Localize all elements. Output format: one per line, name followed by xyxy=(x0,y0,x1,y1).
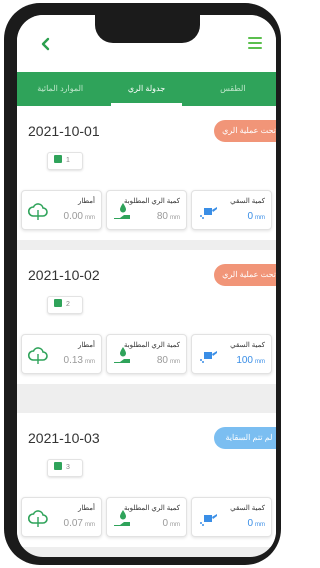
stat-value: 0 mm xyxy=(247,211,265,222)
stat-label: كمية السقي xyxy=(230,505,265,512)
cloud-icon xyxy=(27,510,48,527)
stat-value: 0 mm xyxy=(162,518,180,529)
stat-label: كمية السقي xyxy=(230,342,265,349)
tab-bar: الموارد المائية جدولة الري الطقس xyxy=(17,72,276,106)
cloud-icon xyxy=(27,347,48,364)
status-badge: تحت عملية الري xyxy=(214,264,276,286)
status-badge: لم تتم السقاية xyxy=(214,427,276,449)
back-button[interactable] xyxy=(35,33,57,55)
stat-label: كمية الري المطلوبة xyxy=(123,505,180,512)
irrigation-amount-stat: كمية السقي 0 mm xyxy=(191,190,272,230)
stat-value: 100 mm xyxy=(236,355,265,366)
irrigation-amount-stat: كمية السقي 100 mm xyxy=(191,334,272,374)
schedule-card[interactable]: 2021-10-02 تحت عملية الري 2 أمطار 0.13 mm xyxy=(17,250,276,384)
tab-water-resources[interactable]: الموارد المائية xyxy=(17,72,103,106)
rain-stat: أمطار 0.13 mm xyxy=(21,334,102,374)
stat-label: كمية الري المطلوبة xyxy=(123,198,180,205)
stat-value: 0 mm xyxy=(247,518,265,529)
required-irrigation-stat: كمية الري المطلوبة 80 mm xyxy=(106,334,187,374)
stat-value: 0.00 mm xyxy=(63,211,95,222)
menu-button[interactable] xyxy=(248,37,262,49)
device-notch xyxy=(95,15,200,43)
calendar-icon xyxy=(54,299,62,307)
day-number: 1 xyxy=(66,157,70,164)
card-date: 2021-10-03 xyxy=(28,430,100,446)
stat-value: 80 mm xyxy=(156,211,180,222)
day-chip: 3 xyxy=(47,459,83,477)
stats-row: أمطار 0.00 mm كمية الري المطلوبة 80 mm ك… xyxy=(21,190,272,230)
day-chip: 2 xyxy=(47,296,83,314)
required-irrigation-stat: كمية الري المطلوبة 80 mm xyxy=(106,190,187,230)
stats-row: أمطار 0.07 mm كمية الري المطلوبة 0 mm كم… xyxy=(21,497,272,537)
stat-label: أمطار xyxy=(78,198,95,205)
app-screen: الموارد المائية جدولة الري الطقس 2021-10… xyxy=(17,15,276,557)
chevron-left-icon xyxy=(41,37,50,51)
watering-can-icon xyxy=(200,351,217,363)
schedule-card[interactable]: 2021-10-03 لم تتم السقاية 3 أمطار 0.07 mm xyxy=(17,413,276,547)
irrigation-amount-stat: كمية السقي 0 mm xyxy=(191,497,272,537)
watering-can-icon xyxy=(200,207,217,219)
cloud-icon xyxy=(27,203,48,220)
schedule-card[interactable]: 2021-10-01 تحت عملية الري 1 أمطار 0.00 mm xyxy=(17,106,276,240)
status-badge: تحت عملية الري xyxy=(214,120,276,142)
hamburger-icon xyxy=(248,37,262,39)
rain-stat: أمطار 0.07 mm xyxy=(21,497,102,537)
card-date: 2021-10-02 xyxy=(28,267,100,283)
required-irrigation-stat: كمية الري المطلوبة 0 mm xyxy=(106,497,187,537)
stats-row: أمطار 0.13 mm كمية الري المطلوبة 80 mm ك… xyxy=(21,334,272,374)
calendar-icon xyxy=(54,155,62,163)
watering-can-icon xyxy=(200,514,217,526)
day-number: 2 xyxy=(66,301,70,308)
rain-stat: أمطار 0.00 mm xyxy=(21,190,102,230)
stat-label: كمية السقي xyxy=(230,198,265,205)
stat-value: 0.07 mm xyxy=(63,518,95,529)
tab-weather[interactable]: الطقس xyxy=(190,72,276,106)
tab-irrigation-schedule[interactable]: جدولة الري xyxy=(103,72,189,106)
stat-label: أمطار xyxy=(78,342,95,349)
stat-label: أمطار xyxy=(78,505,95,512)
stat-label: كمية الري المطلوبة xyxy=(123,342,180,349)
phone-frame: الموارد المائية جدولة الري الطقس 2021-10… xyxy=(4,3,281,565)
day-chip: 1 xyxy=(47,152,83,170)
card-date: 2021-10-01 xyxy=(28,123,100,139)
stat-value: 80 mm xyxy=(156,355,180,366)
stat-value: 0.13 mm xyxy=(63,355,95,366)
day-number: 3 xyxy=(66,464,70,471)
calendar-icon xyxy=(54,462,62,470)
